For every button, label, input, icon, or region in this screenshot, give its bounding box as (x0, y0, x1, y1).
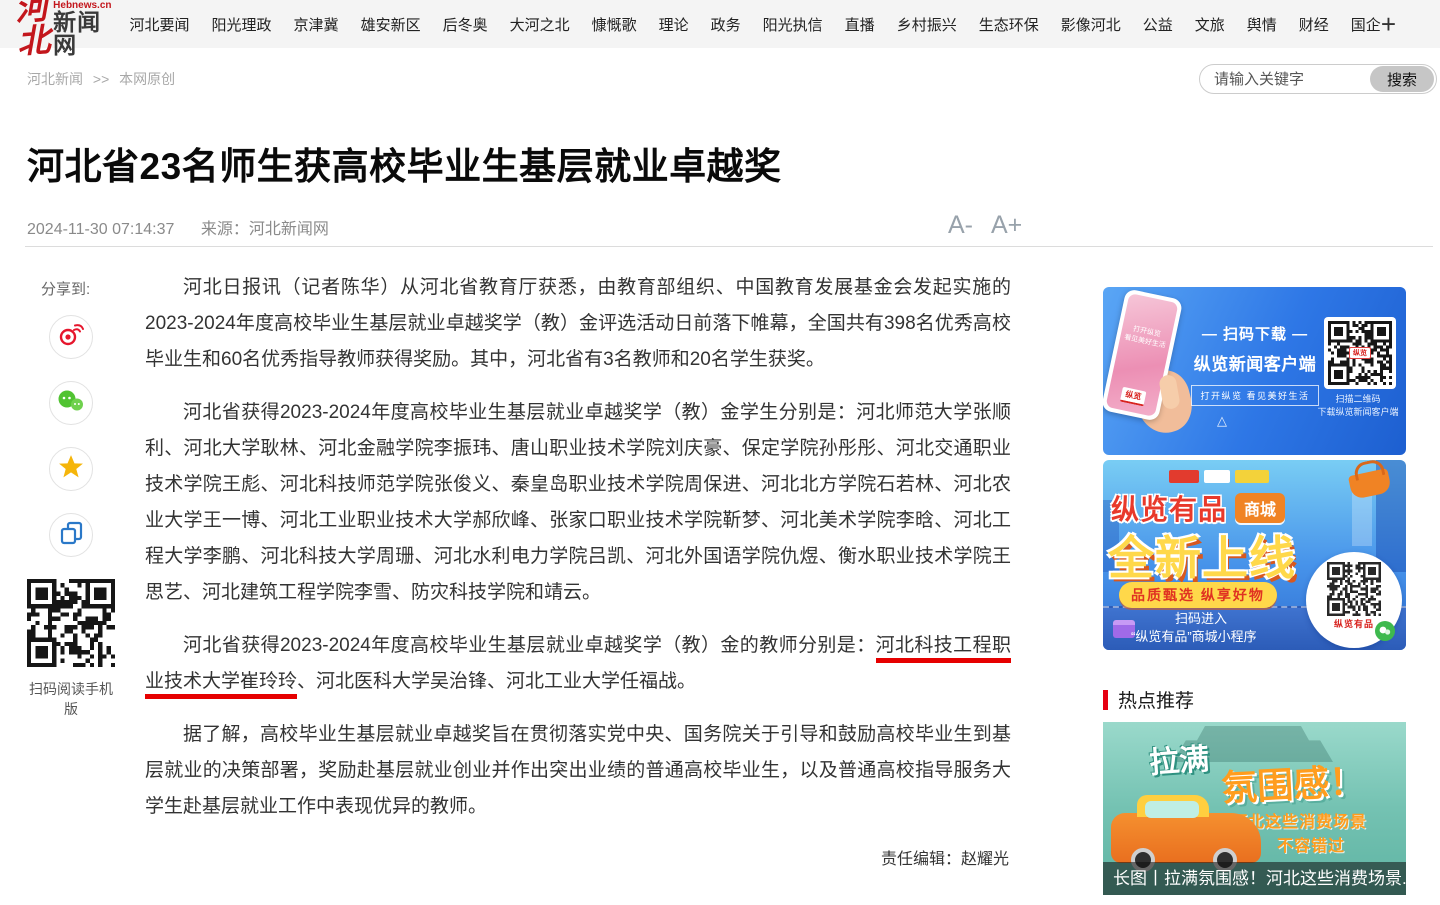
font-larger-button[interactable]: A+ (991, 211, 1022, 240)
qzone-star-icon (58, 454, 84, 485)
app-ad-headline: — 扫码下载 — (1189, 323, 1321, 344)
nav-item-xiongan[interactable]: 雄安新区 (361, 14, 421, 35)
mall-subline-pill: 品质甄选 纵享好物 (1119, 582, 1277, 608)
share-copy-button[interactable] (49, 513, 93, 557)
nav-item-public-opinion[interactable]: 舆情 (1247, 14, 1277, 35)
nav-item-rural-revitalization[interactable]: 乡村振兴 (897, 14, 957, 35)
hot-recommend-header: 热点推荐 (1103, 686, 1194, 713)
nav-item-culture-travel[interactable]: 文旅 (1195, 14, 1225, 35)
share-column: 分享到: (25, 278, 117, 719)
app-ad-slogan: 打开纵览 看见美好生活 (1191, 385, 1319, 406)
wechat-mini-program-icon (1375, 621, 1395, 641)
triangle-decoration: △ (1189, 413, 1321, 429)
hot-image-text-2: 氛围感！ (1220, 752, 1367, 811)
share-label: 分享到: (41, 278, 117, 299)
hot-image-text-1: 拉满 (1148, 734, 1211, 782)
copy-pages-icon (58, 520, 84, 551)
nav-items: 河北要闻 阳光理政 京津冀 雄安新区 后冬奥 大河之北 慷慨歌 理论 政务 阳光… (130, 14, 1381, 35)
mall-qr-circle: 纵览有品 (1306, 552, 1402, 648)
logo-suffix: 新闻网 (53, 11, 111, 57)
mall-ad-banner[interactable]: 纵览有品 商城 全新上线 品质甄选 纵享好物 扫码进入 “纵览有品”商城小程序 … (1103, 460, 1406, 650)
article-source: 来源：河北新闻网 (201, 221, 329, 238)
share-wechat-button[interactable] (49, 381, 93, 425)
mall-badge: 商城 (1235, 493, 1285, 523)
nav-item-eco[interactable]: 生态环保 (979, 14, 1039, 35)
share-weibo-button[interactable] (49, 315, 93, 359)
logo-chip (1169, 470, 1199, 483)
app-ad-text-block: — 扫码下载 — 纵览新闻客户端 打开纵览 看见美好生活 △ (1189, 323, 1321, 429)
nav-item-hebei-news[interactable]: 河北要闻 (130, 14, 190, 35)
nav-item-gov-affairs[interactable]: 政务 (711, 14, 741, 35)
app-ad-qr-code: 纵览 (1324, 317, 1396, 389)
article-datetime: 2024-11-30 07:14:37 (27, 221, 174, 238)
paragraph-3-tail: 、河北医科大学吴治锋、河北工业大学任福战。 (297, 671, 696, 692)
phone-screen-slogan: 打开纵览 看见美好生活 (1119, 323, 1172, 353)
breadcrumb: 河北新闻 >> 本网原创 (27, 69, 181, 89)
article-qr-caption: 扫码阅读手机版 (25, 679, 117, 719)
paragraph-1: 河北日报讯（记者陈华）从河北省教育厅获悉，由教育部组织、中国教育发展基金会发起实… (145, 270, 1011, 378)
nav-item-finance[interactable]: 财经 (1299, 14, 1329, 35)
nav-item-sunshine-gov[interactable]: 阳光理政 (212, 14, 272, 35)
logo-chip (1204, 470, 1230, 483)
paragraph-4: 据了解，高校毕业生基层就业卓越奖旨在贯彻落实党中央、国务院关于引导和鼓励高校毕业… (145, 717, 1011, 825)
nav-item-post-olympics[interactable]: 后冬奥 (443, 14, 488, 35)
nav-item-theory[interactable]: 理论 (659, 14, 689, 35)
zonglan-logo: 纵览 (1120, 387, 1147, 407)
nav-item-dahezhibei[interactable]: 大河之北 (510, 14, 570, 35)
site-logo[interactable]: 河北 Hebnews.cn 新闻网 (16, 0, 112, 57)
search-input[interactable] (1200, 71, 1370, 88)
mall-qr-code (1327, 562, 1381, 616)
hot-image-text-4: 不容错过 (1277, 832, 1345, 856)
article-meta: 2024-11-30 07:14:37 来源：河北新闻网 (27, 215, 329, 239)
header-divider (25, 246, 1433, 247)
article-qr-code (27, 579, 115, 667)
nav-item-kangkaige[interactable]: 慷慨歌 (592, 14, 637, 35)
app-ad-app-name: 纵览新闻客户端 (1189, 350, 1321, 375)
breadcrumb-section[interactable]: 河北新闻 (27, 71, 83, 87)
nav-item-charity[interactable]: 公益 (1143, 14, 1173, 35)
paragraph-2: 河北省获得2023-2024年度高校毕业生基层就业卓越奖学（教）金学生分别是：河… (145, 395, 1011, 611)
search-button[interactable]: 搜索 (1370, 66, 1434, 92)
nav-item-soe[interactable]: 国企 (1351, 14, 1381, 35)
article-body: 河北日报讯（记者陈华）从河北省教育厅获悉，由教育部组织、中国教育发展基金会发起实… (145, 270, 1011, 878)
logo-chip (1235, 470, 1269, 483)
search-box: 搜索 (1199, 64, 1437, 94)
nav-more-icon[interactable]: + (1381, 11, 1396, 37)
app-download-ad-banner[interactable]: 打开纵览 看见美好生活 纵览 — 扫码下载 — 纵览新闻客户端 打开纵览 看见美… (1103, 287, 1406, 455)
paragraph-3-lead: 河北省获得2023-2024年度高校毕业生基层就业卓越奖学（教）金的教师分别是： (183, 635, 876, 656)
car-illustration (1111, 813, 1261, 863)
app-ad-qr-notes: 扫描二维码 下载纵览新闻客户端 (1312, 393, 1404, 419)
breadcrumb-separator: >> (93, 71, 109, 87)
hot-recommend-title: 热点推荐 (1118, 686, 1194, 713)
editor-credit: 责任编辑：赵耀光 (145, 842, 1011, 878)
nav-item-jingjinji[interactable]: 京津冀 (294, 14, 339, 35)
breadcrumb-page[interactable]: 本网原创 (119, 71, 175, 87)
nav-item-live[interactable]: 直播 (845, 14, 875, 35)
logo-hebei-script: 河北 (14, 0, 53, 58)
nav-item-images-hebei[interactable]: 影像河北 (1061, 14, 1121, 35)
wechat-icon (57, 389, 85, 418)
partner-logo-chips (1169, 470, 1269, 483)
paragraph-3: 河北省获得2023-2024年度高校毕业生基层就业卓越奖学（教）金的教师分别是：… (145, 628, 1011, 700)
font-smaller-button[interactable]: A- (948, 211, 973, 240)
mall-qr-notes: 扫码进入 “纵览有品”商城小程序 (1131, 610, 1257, 646)
mall-headline: 全新上线 (1108, 522, 1296, 588)
app-ad-qr-logo: 纵览 (1349, 347, 1371, 359)
hot-card-caption: 长图丨拉满氛围感！河北这些消费场景... (1103, 862, 1406, 895)
weibo-icon (57, 323, 85, 352)
hot-recommend-card[interactable]: 拉满 氛围感！ 河北这些消费场景 不容错过 长图丨拉满氛围感！河北这些消费场景.… (1103, 722, 1406, 895)
top-nav: 河北 Hebnews.cn 新闻网 河北要闻 阳光理政 京津冀 雄安新区 后冬奥… (0, 0, 1440, 48)
red-bar-decoration (1103, 690, 1108, 710)
page-title: 河北省23名师生获高校毕业生基层就业卓越奖 (27, 136, 1032, 190)
nav-item-sunshine-credit[interactable]: 阳光执信 (763, 14, 823, 35)
page: 河北 Hebnews.cn 新闻网 河北要闻 阳光理政 京津冀 雄安新区 后冬奥… (0, 0, 1440, 905)
share-qzone-button[interactable] (49, 447, 93, 491)
font-size-controls: A- A+ (948, 211, 1022, 240)
